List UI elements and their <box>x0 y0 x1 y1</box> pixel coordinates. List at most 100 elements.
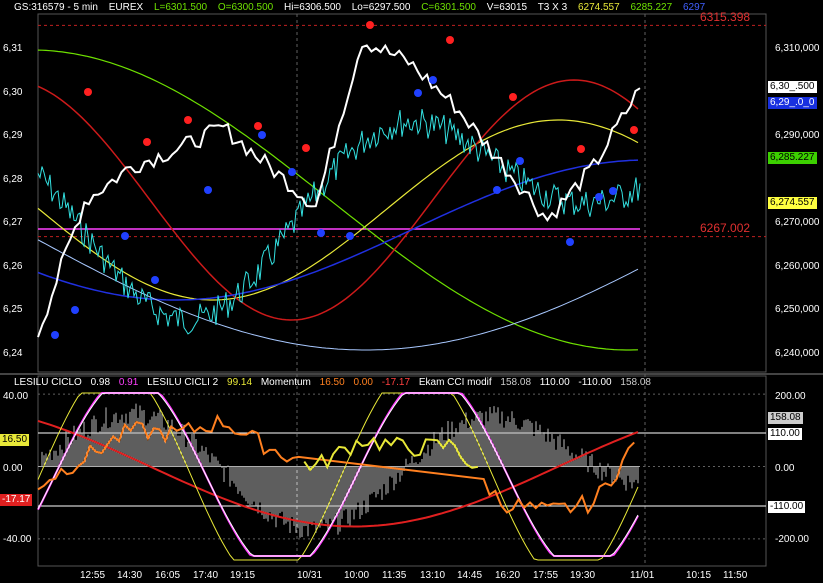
time-tick: 19:30 <box>570 570 596 581</box>
ind-name-3: Momentum <box>260 377 311 388</box>
sell-signal-dot <box>302 144 310 152</box>
ind-val-1b: 0.91 <box>118 377 139 388</box>
chart-canvas[interactable] <box>0 0 823 583</box>
yellow-price-tag: 6,274.557 <box>768 197 817 209</box>
close-value: C=6301.500 <box>421 2 476 13</box>
indicator-header: LESILU CICLO 0.98 0.91 LESILU CICLI 2 99… <box>14 377 657 388</box>
sell-signal-dot <box>84 88 92 96</box>
time-tick: 14:45 <box>457 570 483 581</box>
yellow-value: 6274.557 <box>577 2 620 13</box>
ind-val-4a: 158.08 <box>500 377 532 388</box>
price-series-line <box>37 43 641 338</box>
price-tick-left: 6,30 <box>3 87 23 98</box>
buy-signal-dot <box>71 306 79 314</box>
price-tick-right: 6,290,000 <box>775 130 820 141</box>
ind-tick-left: -40.00 <box>3 534 32 545</box>
price-tick-right: 6,250,000 <box>775 304 820 315</box>
time-tick: 11:35 <box>382 570 407 581</box>
buy-signal-dot <box>121 232 129 240</box>
time-tick: 13:10 <box>420 570 446 581</box>
sell-signal-dot <box>366 21 374 29</box>
time-tick: 12:55 <box>80 570 106 581</box>
symbol-label: GS:316579 - 5 min <box>14 2 98 13</box>
chart-header: GS:316579 - 5 min EUREX L=6301.500 O=630… <box>14 2 713 13</box>
buy-signal-dot <box>609 187 617 195</box>
time-tick: 11/01 <box>630 570 655 581</box>
buy-signal-dot <box>566 238 574 246</box>
ind-val-4b: 110.00 <box>539 377 570 388</box>
ind-val-4c: -110.00 <box>578 377 612 388</box>
ind-name-4: Ekam CCI modif <box>418 377 492 388</box>
time-tick: 14:30 <box>117 570 143 581</box>
momentum-pos-tag: 16.50 <box>0 434 30 446</box>
buy-signal-dot <box>516 157 524 165</box>
green-value: 6285.227 <box>630 2 673 13</box>
time-tick: 16:05 <box>155 570 181 581</box>
price-tick-right: 6,310,000 <box>775 43 820 54</box>
sell-signal-dot <box>446 36 454 44</box>
sell-signal-dot <box>184 116 192 124</box>
ind-val-3b: 0.00 <box>353 377 373 388</box>
price-tick-left: 6,31 <box>3 43 23 54</box>
time-tick: 10:15 <box>686 570 712 581</box>
ind-tick-left: 0.00 <box>3 463 23 474</box>
buy-signal-dot <box>51 331 59 339</box>
low-value: Lo=6297.500 <box>351 2 411 13</box>
ind-tick-right: -200.00 <box>775 534 809 545</box>
volume-value: V=63015 <box>486 2 528 13</box>
ind-tick-left: 40.00 <box>3 391 29 402</box>
buy-signal-dot <box>204 186 212 194</box>
time-tick: 19:15 <box>230 570 256 581</box>
ind-name-2: LESILU CICLI 2 <box>147 377 219 388</box>
cci-upper-tag: 110.00 <box>768 428 802 440</box>
time-tick: 17:40 <box>193 570 219 581</box>
last-price-tag: 6,30_.500 <box>768 81 817 93</box>
price-tick-right: 6,240,000 <box>775 348 820 359</box>
cyan-series-line <box>37 109 641 335</box>
low-line-label: 6267.002 <box>700 221 751 235</box>
momentum-neg-tag: -17.17 <box>0 494 33 506</box>
ind-name-1: LESILU CICLO <box>14 377 82 388</box>
cci-value-tag: 158.08 <box>768 412 803 424</box>
buy-signal-dot <box>151 276 159 284</box>
time-tick: 17:55 <box>533 570 559 581</box>
price-tick-left: 6,29 <box>3 130 23 141</box>
cci-lower-tag: -110.00 <box>768 501 806 513</box>
price-tick-left: 6,27 <box>3 217 23 228</box>
price-panel-frame <box>37 13 767 373</box>
time-tick: 10:00 <box>344 570 370 581</box>
timeframe-label: T3 X 3 <box>537 2 568 13</box>
price-tick-left: 6,28 <box>3 174 23 185</box>
yellow-cycle-line <box>37 119 639 301</box>
sell-signal-dot <box>143 138 151 146</box>
buy-signal-dot <box>258 131 266 139</box>
high-value: Hi=6306.500 <box>283 2 341 13</box>
buy-signal-dot <box>288 168 296 176</box>
blue-price-tag: 6,29_.0_0 <box>768 97 817 109</box>
ind-val-3a: 16.50 <box>319 377 345 388</box>
sell-signal-dot <box>630 126 638 134</box>
buy-signal-dot <box>414 89 422 97</box>
ind-tick-right: 200.00 <box>775 391 806 402</box>
red-cycle-line <box>37 79 639 321</box>
open-value: O=6300.500 <box>217 2 274 13</box>
price-tick-right: 6,270,000 <box>775 217 820 228</box>
ind-val-3c: -17.17 <box>381 377 411 388</box>
price-tick-right: 6,260,000 <box>775 261 820 272</box>
blue-cycle-line <box>37 159 639 301</box>
sell-signal-dot <box>577 145 585 153</box>
buy-signal-dot <box>595 193 603 201</box>
price-tick-left: 6,25 <box>3 304 23 315</box>
green-price-tag: 6,285.227 <box>768 152 817 164</box>
buy-signal-dot <box>493 186 501 194</box>
ind-val-4d: 158.08 <box>620 377 651 388</box>
buy-signal-dot <box>317 229 325 237</box>
ind-tick-right: 0.00 <box>775 463 795 474</box>
ind-val-1a: 0.98 <box>90 377 111 388</box>
exchange-label: EUREX <box>108 2 144 13</box>
buy-signal-dot <box>429 76 437 84</box>
high-line-label: 6315.398 <box>700 10 751 24</box>
price-tick-left: 6,24 <box>3 348 23 359</box>
time-tick: 16:20 <box>495 570 521 581</box>
buy-signal-dot <box>346 232 354 240</box>
